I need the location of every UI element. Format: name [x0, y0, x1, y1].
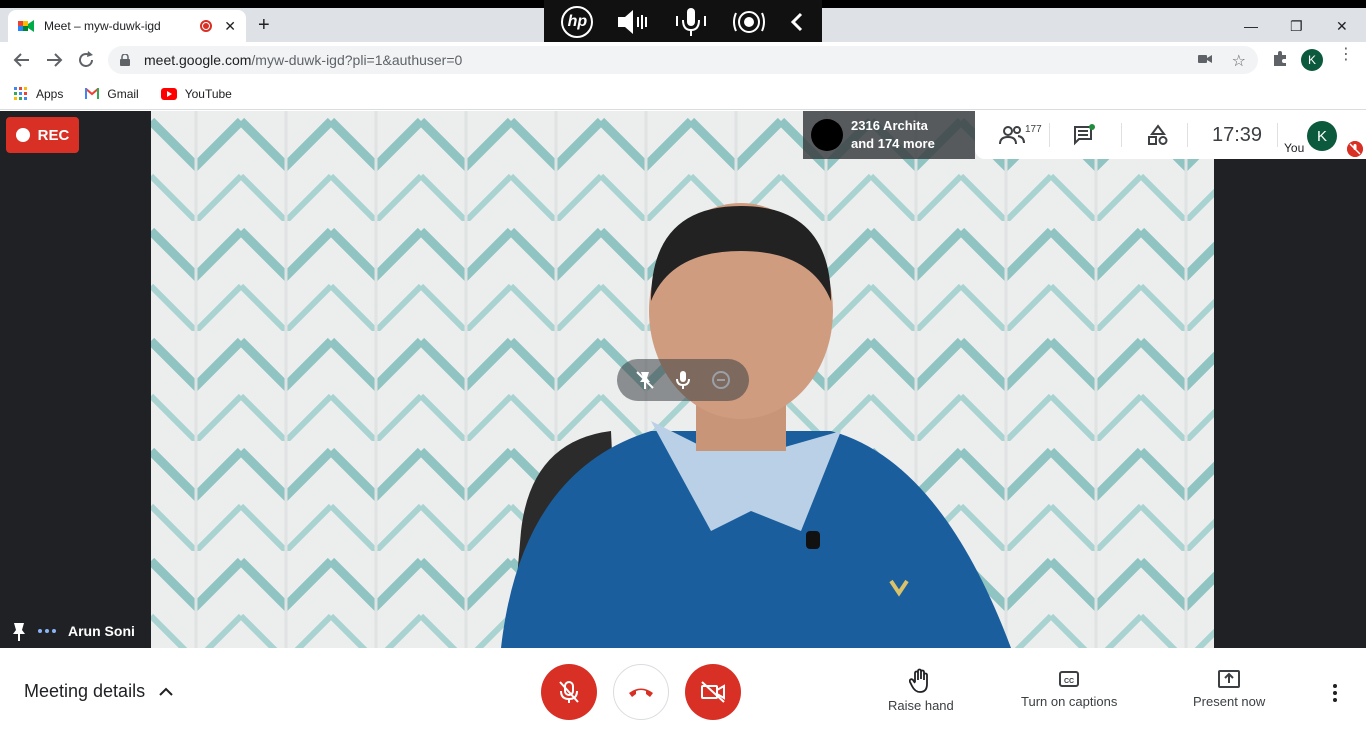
bookmark-youtube[interactable]: YouTube — [160, 86, 232, 101]
mute-participant-icon[interactable] — [673, 369, 693, 391]
gmail-icon — [85, 88, 100, 99]
minimize-icon[interactable]: — — [1244, 18, 1258, 34]
activities-button[interactable] — [1147, 111, 1169, 159]
bookmarks-bar: Apps Gmail YouTube — [0, 78, 1366, 110]
bookmark-label: YouTube — [184, 86, 232, 101]
back-icon[interactable] — [12, 50, 32, 70]
microphone-toggle-button[interactable] — [541, 664, 597, 720]
profile-avatar[interactable]: K — [1301, 49, 1323, 71]
self-label: You — [1284, 141, 1305, 155]
record-dot-icon — [15, 128, 30, 142]
bookmark-star-icon[interactable]: ☆ — [1232, 51, 1246, 71]
extensions-puzzle-icon[interactable] — [1271, 50, 1289, 68]
raise-hand-label: Raise hand — [888, 698, 954, 713]
svg-text:CC: CC — [1064, 678, 1074, 685]
pin-icon[interactable] — [12, 621, 26, 641]
recording-badge[interactable]: REC — [6, 117, 79, 153]
speaking-indicator-icon — [38, 629, 56, 633]
meet-top-toolbar: 177 17:39 You K — [975, 111, 1366, 159]
chat-button[interactable] — [1073, 111, 1097, 159]
participant-name: Arun Soni — [68, 623, 135, 639]
tab-close-icon[interactable]: ✕ — [224, 18, 236, 35]
bookmark-label: Apps — [36, 86, 64, 101]
participant-count: 177 — [1025, 123, 1042, 135]
chat-icon — [1074, 124, 1095, 146]
mic-off-icon — [559, 681, 579, 703]
collapse-chevron-icon[interactable] — [789, 10, 805, 34]
apps-grid-icon — [14, 86, 27, 100]
broadcast-icon[interactable] — [732, 7, 766, 37]
participant-name-tag: Arun Soni — [0, 616, 135, 646]
chrome-menu-icon[interactable]: ⋮ — [1338, 47, 1354, 63]
reload-icon[interactable] — [76, 50, 96, 70]
remove-participant-icon[interactable] — [710, 369, 732, 391]
hang-up-icon — [629, 688, 653, 697]
url-path: /myw-duwk-igd?pli=1&authuser=0 — [251, 52, 463, 68]
meeting-details-button[interactable]: Meeting details — [24, 681, 173, 702]
present-now-button[interactable]: Present now — [1193, 668, 1265, 709]
participants-button[interactable]: 177 — [999, 111, 1042, 159]
bookmark-gmail[interactable]: Gmail — [85, 86, 139, 101]
raise-hand-icon — [908, 668, 928, 693]
recording-indicator-icon — [200, 20, 213, 32]
closed-captions-icon: CC — [1059, 671, 1080, 687]
new-tab-button[interactable]: + — [258, 14, 270, 37]
youtube-icon — [160, 87, 177, 100]
camera-toggle-button[interactable] — [685, 664, 741, 720]
meeting-clock: 17:39 — [1212, 123, 1263, 146]
meet-stage: REC 2316 Archita and 174 more 177 17:39 … — [0, 111, 1366, 648]
activities-shapes-icon — [1148, 124, 1168, 145]
raise-hand-button[interactable]: Raise hand — [888, 668, 954, 713]
captions-label: Turn on captions — [1021, 694, 1118, 709]
leave-call-button[interactable] — [613, 664, 669, 720]
speaker-muted-icon[interactable] — [616, 7, 650, 37]
presenter-avatar — [811, 119, 843, 151]
bookmark-label: Gmail — [107, 86, 139, 101]
restore-icon[interactable]: ❐ — [1290, 18, 1303, 35]
lock-icon[interactable] — [120, 54, 130, 66]
browser-tab-meet[interactable]: Meet – myw-duwk-igd ✕ — [8, 10, 246, 42]
people-icon — [999, 126, 1025, 145]
meeting-details-label: Meeting details — [24, 681, 146, 701]
unpin-icon[interactable] — [634, 369, 656, 391]
presenter-more: and 174 more — [851, 136, 935, 151]
microphone-icon[interactable] — [673, 6, 709, 38]
url-host: meet.google.com — [144, 52, 252, 68]
present-screen-icon — [1218, 670, 1241, 688]
hp-logo: hp — [561, 5, 594, 38]
tile-hover-controls — [617, 359, 749, 401]
tab-title: Meet – myw-duwk-igd — [44, 19, 161, 33]
meet-favicon-icon — [18, 20, 34, 32]
self-avatar[interactable]: K — [1307, 121, 1337, 151]
forward-icon[interactable] — [44, 50, 64, 70]
presenter-name: 2316 Archita — [851, 118, 928, 133]
more-options-icon[interactable] — [1333, 684, 1337, 702]
meet-bottom-bar: Meeting details Raise hand CC Turn on ca… — [0, 648, 1366, 736]
window-close-icon[interactable]: ✕ — [1336, 18, 1348, 35]
chevron-up-icon — [159, 687, 173, 696]
camera-in-use-icon[interactable] — [1198, 53, 1212, 65]
hp-audio-overlay: hp — [544, 0, 822, 43]
address-bar: meet.google.com /myw-duwk-igd?pli=1&auth… — [0, 42, 1366, 78]
recording-label: REC — [37, 126, 70, 144]
presenter-chip[interactable]: 2316 Archita and 174 more — [803, 111, 975, 159]
bookmark-apps[interactable]: Apps — [14, 86, 64, 101]
url-omnibox[interactable]: meet.google.com /myw-duwk-igd?pli=1&auth… — [108, 46, 1258, 74]
self-muted-icon — [1347, 141, 1363, 157]
captions-button[interactable]: CC Turn on captions — [1021, 668, 1117, 709]
camera-off-icon — [701, 681, 725, 703]
present-now-label: Present now — [1193, 694, 1266, 709]
